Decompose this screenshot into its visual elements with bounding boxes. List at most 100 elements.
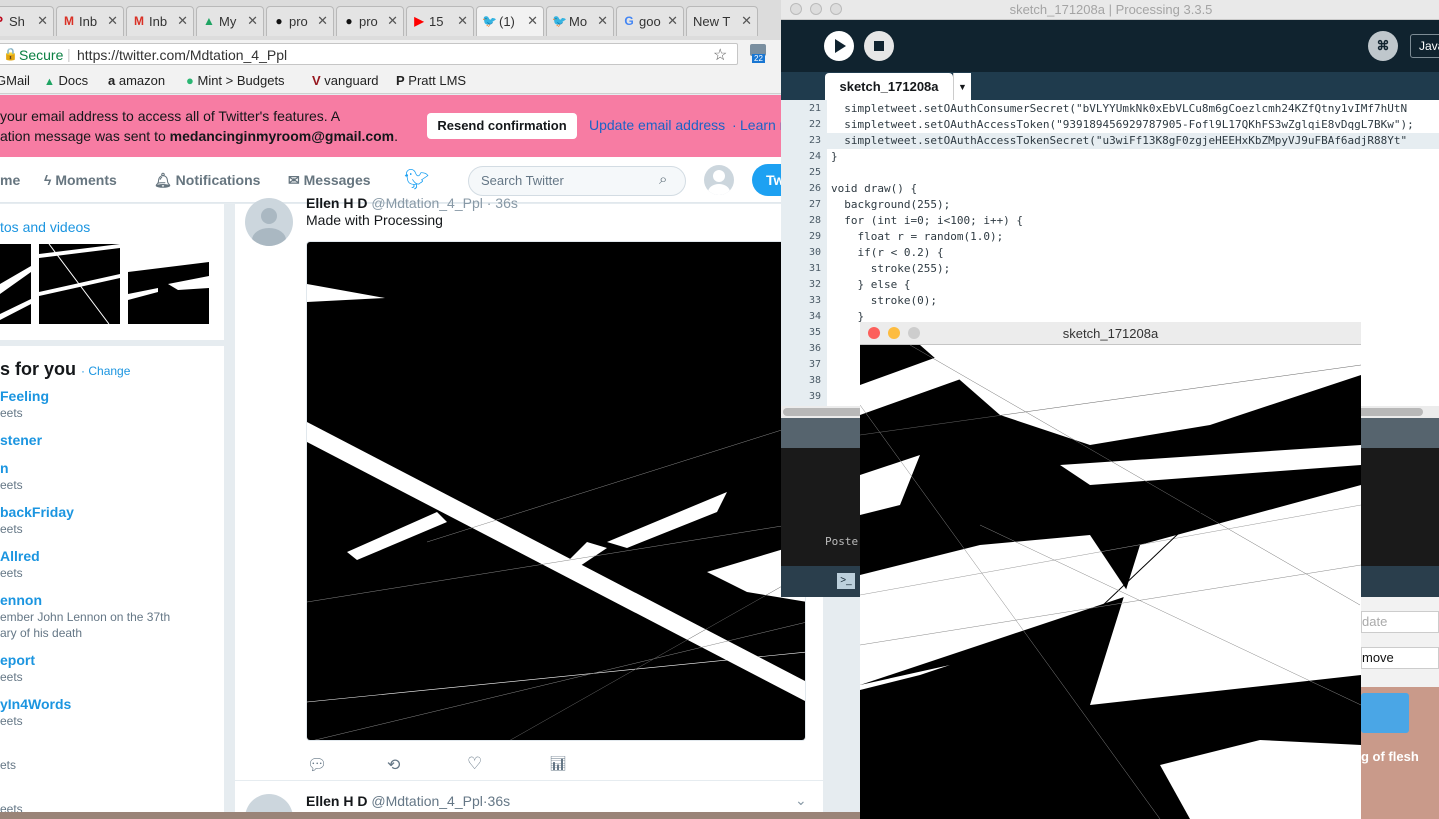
trend-item[interactable]: n: [0, 460, 9, 476]
tab-google[interactable]: G goo ✕: [616, 6, 684, 36]
tab-youtube[interactable]: ▶ 15 ✕: [406, 6, 474, 36]
tab-drive[interactable]: ▲ My ✕: [196, 6, 264, 36]
banner-text-line1: your email address to access all of Twit…: [0, 108, 341, 124]
sketch-tab[interactable]: sketch_171208a: [825, 73, 953, 101]
tweet-author[interactable]: Ellen H D @Mdtation_4_Ppl·36s: [306, 793, 510, 809]
mode-selector[interactable]: Java: [1410, 34, 1439, 58]
tab-twitter-active[interactable]: 🐦 (1) ✕: [476, 6, 544, 36]
console-toggle-icon[interactable]: >_: [837, 573, 855, 589]
debugger-icon[interactable]: ⌘: [1368, 31, 1398, 61]
bookmark-gmail[interactable]: GMail: [0, 73, 30, 88]
avatar[interactable]: [704, 165, 734, 195]
trend-item[interactable]: ennon: [0, 592, 42, 608]
photo-caption: g of flesh: [1361, 749, 1419, 764]
close-tab-icon[interactable]: ✕: [317, 13, 328, 29]
envelope-icon: ✉: [288, 172, 300, 188]
reply-icon[interactable]: 💬︎: [307, 755, 327, 775]
close-tab-icon[interactable]: ✕: [457, 13, 468, 29]
trend-item[interactable]: eport: [0, 652, 35, 668]
twitter-icon: 🐦: [552, 14, 567, 28]
run-button[interactable]: [824, 31, 854, 61]
avatar[interactable]: [245, 198, 293, 246]
nav-moments[interactable]: ϟ Moments: [44, 172, 117, 188]
banner-separator: ·: [732, 117, 737, 133]
update-email-link[interactable]: Update email address: [589, 117, 725, 133]
close-tab-icon[interactable]: ✕: [247, 13, 258, 29]
retweet-icon[interactable]: ⟲: [387, 755, 400, 775]
address-bar[interactable]: 🔒 Secure | https://twitter.com/Mdtation_…: [0, 43, 738, 65]
extension-icon[interactable]: 22: [750, 44, 768, 64]
close-tab-icon[interactable]: ✕: [387, 13, 398, 29]
tab-gmail-2[interactable]: M Inb ✕: [126, 6, 194, 36]
banner-text-line2: ation message was sent to medancinginmyr…: [0, 128, 399, 144]
close-tab-icon[interactable]: ✕: [741, 13, 752, 29]
tab-github-1[interactable]: ● pro ✕: [266, 6, 334, 36]
tweet-media-image[interactable]: [306, 241, 806, 741]
trend-item[interactable]: backFriday: [0, 504, 74, 520]
media-thumbnail[interactable]: [128, 244, 209, 324]
tab-new[interactable]: New T ✕: [686, 6, 758, 36]
trend-subtext: eets: [0, 566, 23, 580]
photos-videos-panel: tos and videos: [0, 204, 224, 340]
tab-pinterest[interactable]: P Sh ✕: [0, 6, 54, 36]
avatar[interactable]: [245, 794, 293, 812]
sketch-canvas[interactable]: [860, 344, 1361, 819]
line-number: 26: [808, 183, 821, 194]
close-tab-icon[interactable]: ✕: [597, 13, 608, 29]
twitter-icon: 🐦: [482, 14, 497, 28]
twitter-logo-icon[interactable]: 🐦︎: [404, 167, 429, 192]
bookmark-mint[interactable]: ● Mint > Budgets: [186, 73, 285, 88]
line-number: 31: [808, 263, 821, 274]
nav-notifications[interactable]: 🔔︎ Notifications: [154, 172, 260, 189]
line-number: 22: [808, 119, 821, 130]
media-panel-title[interactable]: tos and videos: [0, 219, 90, 235]
media-thumbnail[interactable]: [39, 244, 120, 324]
tab-twitter-2[interactable]: 🐦 Mo ✕: [546, 6, 614, 36]
secure-label: Secure: [19, 47, 64, 63]
close-tab-icon[interactable]: ✕: [107, 13, 118, 29]
trend-item[interactable]: stener: [0, 432, 42, 448]
pratt-icon: P: [396, 73, 405, 88]
close-tab-icon[interactable]: ✕: [177, 13, 188, 29]
amazon-icon: a: [108, 73, 116, 88]
search-input[interactable]: Search Twitter ⌕: [468, 166, 686, 196]
bookmark-vanguard[interactable]: V vanguard: [312, 73, 379, 88]
trend-item[interactable]: yIn4Words: [0, 696, 71, 712]
tweet-author-clipped[interactable]: Ellen H D @Mdtation_4_Ppl · 36s: [306, 195, 518, 211]
nav-messages[interactable]: ✉ Messages: [288, 172, 371, 189]
tab-gmail-1[interactable]: M Inb ✕: [56, 6, 124, 36]
close-tab-icon[interactable]: ✕: [37, 13, 48, 29]
bookmark-docs[interactable]: ▲ Docs: [44, 73, 88, 88]
stop-button[interactable]: [864, 31, 894, 61]
trend-subtext: ember John Lennon on the 37th: [0, 610, 171, 624]
trend-item[interactable]: Feeling: [0, 388, 49, 404]
drive-icon: ▲: [44, 76, 55, 88]
close-tab-icon[interactable]: ✕: [527, 13, 538, 29]
tab-github-2[interactable]: ● pro ✕: [336, 6, 404, 36]
media-thumbnail[interactable]: [0, 244, 31, 324]
trend-subtext: eets: [0, 478, 23, 492]
bookmarks-bar: GMail ▲ Docs a amazon ● Mint > Budgets V…: [0, 68, 860, 94]
github-icon: ●: [275, 14, 283, 28]
bookmark-amazon[interactable]: a amazon: [108, 73, 165, 88]
close-tab-icon[interactable]: ✕: [667, 13, 678, 29]
line-number: 39: [808, 391, 821, 402]
line-number: 27: [808, 199, 821, 210]
bookmark-star-icon[interactable]: ☆: [713, 45, 727, 65]
like-icon[interactable]: ♡: [467, 754, 482, 774]
trend-subtext: eets: [0, 522, 23, 536]
analytics-icon[interactable]: 📊︎: [549, 755, 567, 772]
change-trends-link[interactable]: · Change: [81, 364, 130, 378]
trend-item[interactable]: Allred: [0, 548, 40, 564]
trend-subtext: eets: [0, 406, 23, 420]
bookmark-pratt[interactable]: P Pratt LMS: [396, 73, 466, 88]
timeline: Ellen H D @Mdtation_4_Ppl · 36s Made wit…: [235, 195, 823, 812]
date-input[interactable]: date: [1361, 611, 1439, 633]
tab-menu-arrow-icon[interactable]: ▼: [953, 73, 971, 101]
chevron-down-icon[interactable]: ⌄: [795, 792, 807, 809]
resend-confirmation-button[interactable]: Resend confirmation: [427, 113, 577, 139]
remove-button[interactable]: move: [1361, 647, 1439, 669]
trend-subtext: ets: [0, 758, 17, 772]
nav-home[interactable]: me: [0, 172, 20, 188]
search-icon[interactable]: ⌕: [659, 171, 667, 188]
